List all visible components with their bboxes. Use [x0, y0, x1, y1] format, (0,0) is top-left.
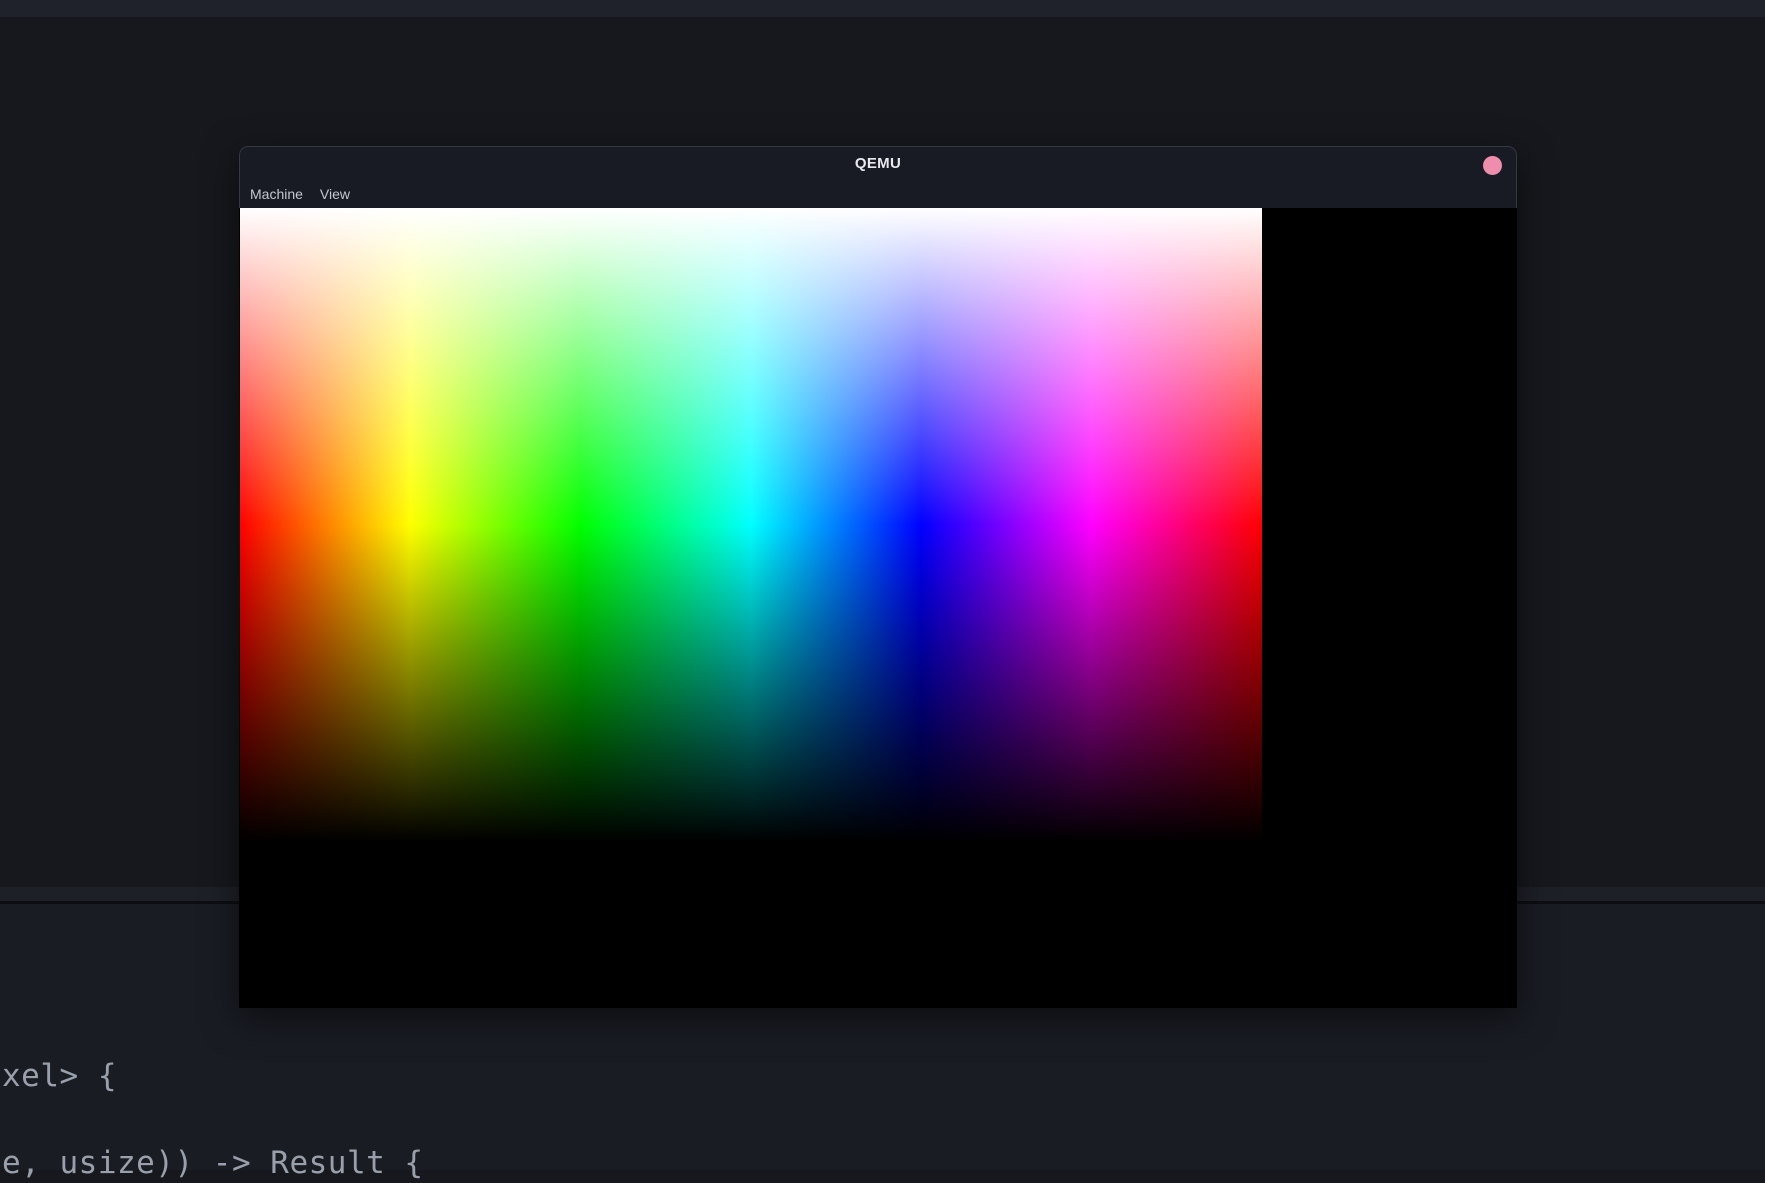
code-line: xel> { [2, 1056, 117, 1096]
screen-top-bar [0, 0, 1765, 17]
qemu-window: QEMU Machine View [239, 146, 1517, 1008]
hsv-gradient-test-pattern [240, 208, 1262, 842]
window-titlebar[interactable]: QEMU Machine View [239, 146, 1517, 208]
desktop-background: xel> { e, usize)) -> Result { QEMU Machi… [0, 0, 1765, 1170]
menu-item-machine[interactable]: Machine [244, 183, 309, 205]
close-button[interactable] [1483, 156, 1502, 175]
guest-display[interactable] [239, 208, 1517, 1008]
menu-item-view[interactable]: View [314, 183, 356, 205]
window-title: QEMU [240, 155, 1516, 172]
code-line: e, usize)) -> Result { [2, 1143, 424, 1183]
menu-bar: Machine View [244, 183, 356, 205]
